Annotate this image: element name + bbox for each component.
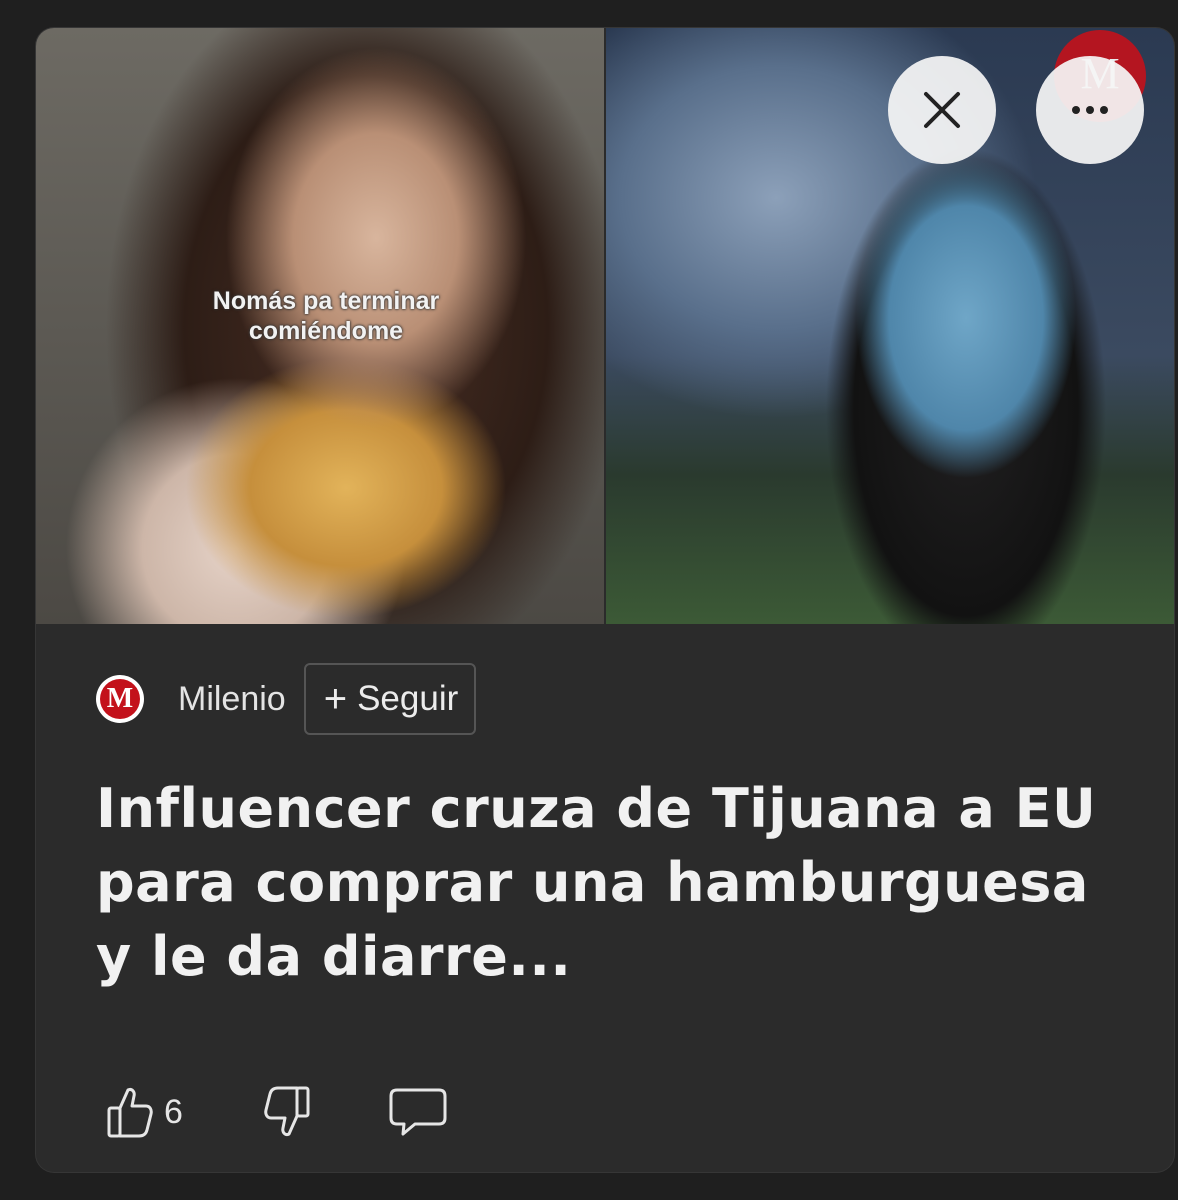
more-options-button[interactable] [1036,56,1144,164]
hero-image[interactable]: Nomás pa terminar comiéndome M [36,28,1174,624]
news-card[interactable]: Nomás pa terminar comiéndome M M Milenio… [36,28,1174,1172]
comment-button[interactable] [387,1084,449,1140]
source-name[interactable]: Milenio [178,680,286,719]
article-headline[interactable]: Influencer cruza de Tijuana a EU para co… [96,772,1116,994]
more-options-icon [1072,106,1108,114]
source-logo[interactable]: M [96,675,144,723]
like-count: 6 [164,1092,183,1131]
source-logo-letter: M [100,679,140,719]
close-icon [924,92,960,128]
comment-icon [389,1088,447,1136]
reaction-bar: 6 [106,1080,449,1144]
dislike-button[interactable] [261,1084,313,1140]
source-row: M Milenio + Seguir [96,660,477,738]
thumbs-down-icon [264,1086,310,1136]
plus-icon: + [323,677,348,721]
follow-button[interactable]: + Seguir [303,663,477,735]
video-caption: Nomás pa terminar comiéndome [212,287,440,345]
close-button[interactable] [888,56,996,164]
thumbs-up-icon [107,1088,153,1138]
follow-label: Seguir [357,679,459,718]
like-button[interactable]: 6 [106,1084,183,1140]
